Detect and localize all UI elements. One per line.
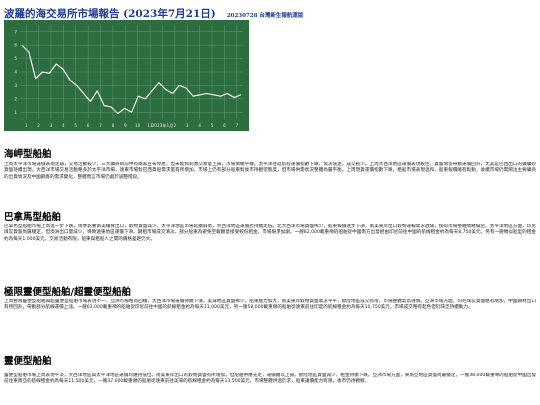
x-tick-label: 4 bbox=[198, 123, 201, 128]
x-tick-label: 6 bbox=[87, 123, 90, 128]
y-tick-label: 7 bbox=[14, 29, 17, 34]
x-tick-label: 3 bbox=[186, 123, 189, 128]
index-chart-svg: 12345671 2 3 4 5 6 7 8 9 10 112023年1月 2 3 4 5 6 7 bbox=[4, 20, 249, 131]
section-heading-capesize: 海岬型船舶 bbox=[4, 149, 52, 160]
x-tick-label: 10 bbox=[135, 123, 141, 128]
section-body-capesize: 上周太平洋市場運價表現走弱，交易活動較少，三大礦商目前中有兩家宣布停產，但未能夠… bbox=[4, 162, 536, 180]
x-tick-label: 2023年1月 bbox=[152, 122, 174, 129]
y-tick-label: 4 bbox=[14, 70, 17, 75]
report-header: 波羅的海交易所市場報告 (2023年7月21日) 20230728 台灣新生報航… bbox=[4, 2, 536, 20]
x-tick-label: 4 bbox=[62, 123, 65, 128]
page: 波羅的海交易所市場報告 (2023年7月21日) 20230728 台灣新生報航… bbox=[0, 0, 540, 405]
y-tick-label: 1 bbox=[14, 110, 17, 115]
x-tick-label: 2 bbox=[174, 123, 177, 128]
x-tick-label: 2 bbox=[37, 123, 40, 128]
section-body-panamax: 巴拿馬型船舶市場上周進一步下跌，雨季影響南美糧食出口，穀物貨盤減少，太平洋地區市… bbox=[4, 224, 536, 242]
x-tick-label: 7 bbox=[235, 123, 238, 128]
section-heading-handysize: 靈便型船舶 bbox=[4, 356, 52, 367]
section-body-ultramax-supramax: 上周極限靈便型船舶與超靈便型船舶市場表現不一，亞洲市場略為回穩，大西洋市場運價持… bbox=[4, 299, 536, 311]
report-title: 波羅的海交易所市場報告 (2023年7月21日) bbox=[4, 8, 216, 20]
section-body-handysize: 靈便型船舶市場上周表現平淡，大西洋地區與太平洋地區運價均維持低位。南美東岸出口的… bbox=[4, 373, 536, 385]
index-chart: 1 2 3 4 5 6 7 1 2 3 4 5 6 7 8 9 10 11 2023年1月 2 3 4 5 6 7 bbox=[4, 20, 249, 131]
x-tick-label: 9 bbox=[124, 123, 127, 128]
y-tick-label: 2 bbox=[14, 96, 17, 101]
x-tick-label: 8 bbox=[112, 123, 115, 128]
report-subtitle: 20230728 台灣新生報航運版 bbox=[226, 13, 304, 19]
x-tick-label: 6 bbox=[223, 123, 226, 128]
y-tick-label: 6 bbox=[14, 43, 17, 48]
section-heading-ultramax-supramax: 極限靈便型船舶/超靈便型船舶 bbox=[4, 287, 131, 298]
y-tick-label: 5 bbox=[14, 56, 17, 61]
x-tick-label: 5 bbox=[211, 123, 214, 128]
x-tick-label: 5 bbox=[74, 123, 77, 128]
x-tick-label: 3 bbox=[50, 123, 53, 128]
section-heading-panamax: 巴拿馬型船舶 bbox=[4, 212, 62, 223]
y-tick-label: 3 bbox=[14, 83, 17, 88]
x-tick-label: 7 bbox=[99, 123, 102, 128]
x-tick-label: 1 bbox=[25, 123, 28, 128]
